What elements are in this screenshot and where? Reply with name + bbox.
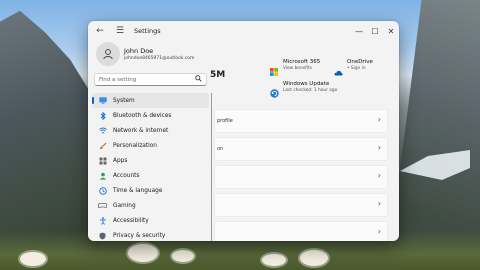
- brush-icon: [98, 141, 107, 150]
- user-profile[interactable]: John Doe johndoe8465971@outlook.com: [96, 42, 194, 66]
- window-controls: — ☐ ✕: [351, 21, 399, 41]
- hamburger-menu-icon[interactable]: ☰: [112, 26, 128, 36]
- sidebar-scrollbar[interactable]: [211, 93, 212, 241]
- sidebar-nav: System Bluetooth & devices Network & int…: [92, 93, 209, 241]
- avatar: [96, 42, 120, 66]
- sidebar-item-privacy-security[interactable]: Privacy & security: [92, 228, 209, 241]
- maximize-button[interactable]: ☐: [367, 21, 383, 41]
- globe-clock-icon: [98, 186, 107, 195]
- tile-microsoft-365[interactable]: Microsoft 365 View benefits: [270, 59, 321, 76]
- microsoft-logo-icon: [270, 61, 278, 76]
- settings-card[interactable]: profile ›: [214, 109, 388, 133]
- sidebar-item-system[interactable]: System: [92, 93, 209, 108]
- card-text: on: [217, 146, 224, 152]
- close-button[interactable]: ✕: [383, 21, 399, 41]
- sidebar-item-time-language[interactable]: Time & language: [92, 183, 209, 198]
- sidebar-item-label: System: [113, 97, 135, 104]
- tile-subtitle: • Sign in: [347, 66, 366, 71]
- shield-icon: [98, 231, 107, 240]
- sidebar-item-accessibility[interactable]: Accessibility: [92, 213, 209, 228]
- monitor-icon: [98, 96, 107, 105]
- wallpaper-flower: [300, 250, 328, 266]
- sidebar-item-label: Accounts: [113, 172, 140, 179]
- user-email: johndoe8465971@outlook.com: [124, 56, 195, 61]
- page-heading-partial: 5M: [210, 70, 226, 80]
- wallpaper-flower: [262, 254, 286, 266]
- chevron-right-icon: ›: [377, 199, 381, 208]
- settings-cards: profile › on › › › ›: [214, 109, 388, 241]
- search-placeholder: Find a setting: [99, 76, 137, 83]
- settings-card[interactable]: ›: [214, 193, 388, 217]
- sidebar-item-bluetooth[interactable]: Bluetooth & devices: [92, 108, 209, 123]
- sidebar-item-label: Network & internet: [113, 127, 169, 134]
- wifi-icon: [98, 126, 107, 135]
- accessibility-icon: [98, 216, 107, 225]
- sidebar-item-label: Personalization: [113, 142, 157, 149]
- user-name: John Doe: [124, 47, 154, 55]
- tile-windows-update[interactable]: Windows Update Last checked: 1 hour ago: [270, 81, 338, 98]
- search-input[interactable]: Find a setting: [94, 73, 207, 86]
- person-icon: [103, 49, 113, 60]
- chevron-right-icon: ›: [377, 171, 381, 180]
- sidebar-item-personalization[interactable]: Personalization: [92, 138, 209, 153]
- sidebar-item-network[interactable]: Network & internet: [92, 123, 209, 138]
- window-title: Settings: [134, 27, 161, 35]
- wallpaper-flower: [172, 250, 194, 262]
- apps-icon: [98, 156, 107, 165]
- person-icon: [98, 171, 107, 180]
- minimize-button[interactable]: —: [351, 21, 367, 41]
- sidebar-item-label: Gaming: [113, 202, 136, 209]
- sidebar-item-label: Time & language: [113, 187, 163, 194]
- settings-card[interactable]: on ›: [214, 137, 388, 161]
- card-text: profile: [217, 118, 233, 124]
- chevron-right-icon: ›: [377, 143, 381, 152]
- tile-title: OneDrive: [347, 59, 373, 65]
- update-icon: [270, 83, 279, 98]
- sidebar-item-label: Accessibility: [113, 217, 149, 224]
- tile-title: Microsoft 365: [283, 59, 321, 65]
- settings-card[interactable]: ›: [214, 165, 388, 189]
- controller-icon: [98, 201, 107, 210]
- tile-onedrive[interactable]: OneDrive • Sign in: [334, 59, 373, 76]
- settings-window: ← ☰ Settings — ☐ ✕ John Doe johndoe84659…: [88, 21, 399, 241]
- title-bar: ← ☰ Settings — ☐ ✕: [88, 21, 399, 41]
- sidebar-item-gaming[interactable]: Gaming: [92, 198, 209, 213]
- settings-card[interactable]: ›: [214, 221, 388, 241]
- back-arrow-icon[interactable]: ←: [88, 26, 112, 36]
- cloud-icon: [334, 61, 343, 76]
- sidebar-item-label: Apps: [113, 157, 128, 164]
- sidebar-item-accounts[interactable]: Accounts: [92, 168, 209, 183]
- wallpaper-flower: [20, 252, 46, 266]
- tile-subtitle: View benefits: [283, 66, 312, 71]
- search-icon[interactable]: [195, 75, 202, 84]
- chevron-right-icon: ›: [377, 227, 381, 236]
- sidebar-item-label: Bluetooth & devices: [113, 112, 172, 119]
- bluetooth-icon: [98, 111, 107, 120]
- tile-title: Windows Update: [283, 81, 330, 87]
- chevron-right-icon: ›: [377, 115, 381, 124]
- tile-subtitle: Last checked: 1 hour ago: [283, 88, 338, 93]
- sidebar-item-apps[interactable]: Apps: [92, 153, 209, 168]
- wallpaper-flower: [128, 244, 158, 262]
- sidebar-item-label: Privacy & security: [113, 232, 166, 239]
